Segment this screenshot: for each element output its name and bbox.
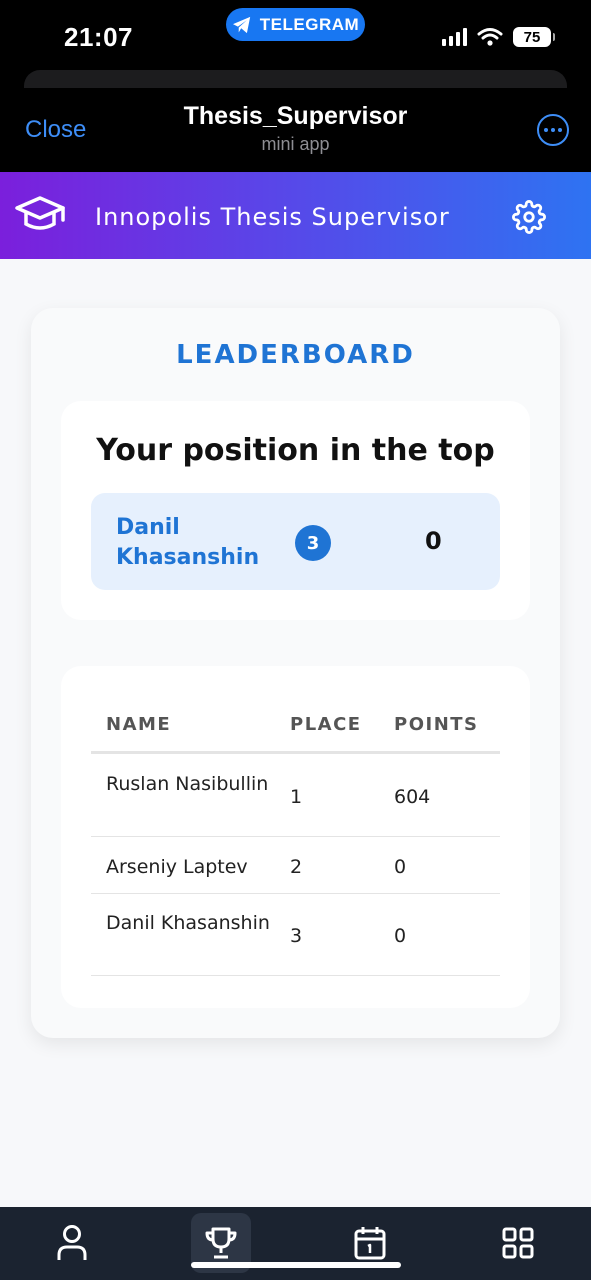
column-header-points[interactable]: POINTS — [394, 714, 479, 735]
your-place-badge: 3 — [295, 525, 331, 561]
telegram-header: Close Thesis_Supervisor mini app — [0, 70, 591, 172]
leaderboard-table: NAME PLACE POINTS Ruslan Nasibullin 1 60… — [61, 666, 530, 1008]
graduation-cap-icon — [15, 196, 65, 230]
row-place: 3 — [290, 925, 303, 947]
leaderboard-card: LEADERBOARD Your position in the top Dan… — [31, 308, 560, 1038]
calendar-icon — [354, 1227, 386, 1260]
wifi-icon — [477, 28, 503, 46]
row-name: Danil Khasanshin — [106, 912, 270, 934]
ellipsis-circle-icon[interactable] — [537, 114, 569, 146]
trophy-icon — [205, 1227, 237, 1259]
user-icon — [57, 1225, 87, 1260]
sheet-grabber[interactable] — [24, 70, 567, 88]
telegram-pill[interactable]: TELEGRAM — [226, 8, 365, 41]
battery-level: 75 — [523, 28, 541, 46]
table-row: Arseniy Laptev 2 0 — [91, 837, 500, 894]
bot-title: Thesis_Supervisor — [183, 102, 408, 130]
nav-more[interactable] — [488, 1213, 548, 1273]
column-header-name[interactable]: NAME — [106, 714, 286, 735]
row-points: 0 — [394, 856, 407, 878]
your-position-heading: Your position in the top — [96, 433, 495, 468]
your-points: 0 — [425, 527, 442, 555]
nav-profile[interactable] — [42, 1213, 102, 1273]
your-position-row: Danil Khasanshin 3 0 — [91, 493, 500, 590]
bot-subtitle: mini app — [261, 134, 330, 154]
telegram-pill-label: TELEGRAM — [259, 14, 360, 34]
app-banner: Innopolis Thesis Supervisor — [0, 172, 591, 259]
gear-icon[interactable] — [512, 200, 546, 234]
leaderboard-title: LEADERBOARD — [176, 340, 415, 370]
paper-plane-icon — [232, 16, 250, 33]
home-indicator[interactable] — [191, 1262, 401, 1268]
table-row: Danil Khasanshin 3 0 — [91, 894, 500, 976]
your-position-name: Danil Khasanshin — [116, 515, 260, 570]
grid-icon — [502, 1227, 534, 1259]
your-position-card: Your position in the top Danil Khasanshi… — [61, 401, 530, 620]
row-name: Arseniy Laptev — [106, 856, 248, 878]
table-header: NAME PLACE POINTS — [91, 714, 500, 754]
bottom-nav — [0, 1207, 591, 1280]
row-points: 604 — [394, 786, 431, 808]
battery-icon: 75 — [513, 27, 555, 47]
status-time: 21:07 — [64, 22, 133, 52]
column-header-place[interactable]: PLACE — [290, 714, 362, 735]
row-points: 0 — [394, 925, 407, 947]
table-row: Ruslan Nasibullin 1 604 — [91, 757, 500, 837]
status-bar: 21:07 TELEGRAM 75 — [0, 0, 591, 70]
status-icons: 75 — [442, 27, 555, 47]
cellular-signal-icon — [442, 28, 467, 46]
row-place: 1 — [290, 786, 303, 808]
row-name: Ruslan Nasibullin — [106, 773, 269, 795]
row-place: 2 — [290, 856, 303, 878]
app-title: Innopolis Thesis Supervisor — [95, 203, 450, 231]
